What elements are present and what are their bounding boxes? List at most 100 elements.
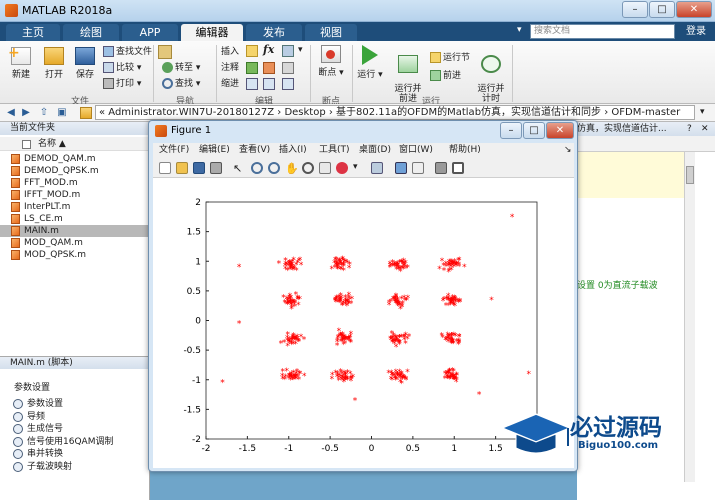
file-row[interactable]: LS_CE.m	[0, 213, 150, 225]
legend-icon[interactable]	[412, 162, 424, 174]
up-folder-icon[interactable]: ⇧	[38, 107, 50, 119]
code-section-item[interactable]: 子载波映射	[0, 461, 150, 473]
tab-home[interactable]: 主页	[6, 24, 60, 41]
show-plot-tools-icon[interactable]	[452, 162, 464, 174]
goto-button[interactable]: 转至 ▾	[162, 61, 200, 75]
tab-publish[interactable]: 发布	[246, 24, 302, 41]
advance-button[interactable]: 前进	[430, 69, 461, 83]
file-row[interactable]: DEMOD_QPSK.m	[0, 165, 150, 177]
zoom-out-icon[interactable]	[268, 162, 280, 174]
increase-indent-icon[interactable]	[263, 78, 275, 90]
pan-hand-icon[interactable]: ✋	[285, 162, 299, 175]
figure-menu-item[interactable]: 工具(T)	[319, 143, 350, 158]
close-button[interactable]: ✕	[676, 1, 712, 18]
wrap-comments-icon[interactable]	[282, 62, 294, 74]
tab-apps[interactable]: APP	[122, 24, 178, 41]
zoom-in-icon[interactable]	[251, 162, 263, 174]
scatter-point: *	[339, 337, 344, 347]
run-button[interactable]: 运行 ▾	[356, 45, 384, 80]
find-files-button[interactable]: 查找文件	[103, 45, 152, 59]
find-button[interactable]: 查找 ▾	[162, 77, 200, 91]
scroll-thumb[interactable]	[686, 166, 694, 184]
insert-section-icon[interactable]	[246, 45, 258, 57]
file-row[interactable]: MOD_QAM.m	[0, 237, 150, 249]
file-row[interactable]: MOD_QPSK.m	[0, 249, 150, 261]
save-figure-icon[interactable]	[193, 162, 205, 174]
smart-indent-icon[interactable]	[246, 78, 258, 90]
back-icon[interactable]: ◀	[5, 107, 17, 119]
code-section-item[interactable]: 信号使用16QAM调制	[0, 436, 150, 448]
maximize-button[interactable]: □	[649, 1, 675, 18]
code-section-item[interactable]: 生成信号	[0, 423, 150, 435]
compare-button[interactable]: 比较 ▾	[103, 61, 141, 75]
tab-view[interactable]: 视图	[305, 24, 357, 41]
figure-close-button[interactable]: ✕	[546, 122, 574, 139]
new-button[interactable]: + 新建	[6, 45, 36, 80]
indent-button[interactable]: 缩进	[221, 77, 239, 91]
print-figure-icon[interactable]	[210, 162, 222, 174]
code-section-item[interactable]: 串并转换	[0, 448, 150, 460]
breakpoints-button[interactable]: 断点 ▾	[314, 45, 348, 78]
brush-icon[interactable]	[336, 162, 348, 174]
figure-maximize-button[interactable]: □	[523, 122, 545, 139]
insert-dropdown-icon[interactable]: ▾	[298, 45, 303, 55]
figure-menu-item[interactable]: 帮助(H)	[449, 143, 481, 158]
tab-editor[interactable]: 编辑器	[181, 24, 243, 41]
current-folder-path[interactable]: « Administrator.WIN7U-20180127Z › Deskto…	[95, 105, 695, 120]
editor-help-icon[interactable]: ?	[687, 124, 692, 134]
rotate-3d-icon[interactable]	[302, 162, 314, 174]
code-section-item[interactable]: 导频	[0, 411, 150, 423]
scatter-point: *	[295, 259, 300, 269]
brush-dropdown-icon[interactable]: ▾	[353, 162, 365, 174]
search-input[interactable]: 搜索文档	[530, 24, 675, 39]
name-column-header[interactable]: 名称 ▲	[0, 137, 150, 151]
comment-button[interactable]: 注释	[221, 61, 239, 75]
file-name: DEMOD_QAM.m	[24, 154, 96, 164]
figure-menu-item[interactable]: 窗口(W)	[399, 143, 433, 158]
open-button[interactable]: 打开	[39, 47, 69, 80]
section-label: 生成信号	[27, 424, 64, 435]
run-section-button[interactable]: 运行节	[430, 51, 470, 65]
section-icon	[13, 411, 23, 422]
file-row[interactable]: IFFT_MOD.m	[0, 189, 150, 201]
tab-plots[interactable]: 绘图	[63, 24, 119, 41]
file-row[interactable]: InterPLT.m	[0, 201, 150, 213]
open-file-icon[interactable]	[176, 162, 188, 174]
colorbar-icon[interactable]	[395, 162, 407, 174]
link-plot-icon[interactable]	[371, 162, 383, 174]
forward-icon[interactable]: ▶	[20, 107, 32, 119]
print-button[interactable]: 打印 ▾	[103, 77, 141, 91]
file-row[interactable]: DEMOD_QAM.m	[0, 153, 150, 165]
figure-dock-icon[interactable]: ↘	[564, 145, 572, 155]
browse-folder-icon[interactable]: ▣	[56, 107, 68, 119]
uncomment-icon[interactable]	[263, 62, 275, 74]
comment-percent-icon[interactable]	[246, 62, 258, 74]
save-button[interactable]: 保存	[70, 47, 100, 80]
figure-menu-item[interactable]: 文件(F)	[159, 143, 189, 158]
minimize-button[interactable]: –	[622, 1, 648, 18]
bookmark-icon[interactable]	[158, 45, 172, 59]
fx-button[interactable]: fx	[263, 43, 274, 56]
login-button[interactable]: 登录	[680, 24, 712, 39]
figure-menu-item[interactable]: 桌面(D)	[359, 143, 391, 158]
insert-function-icon[interactable]	[282, 45, 294, 57]
insert-button[interactable]: 插入	[221, 45, 239, 59]
path-dropdown-icon[interactable]: ▾	[700, 107, 705, 117]
decrease-indent-icon[interactable]	[282, 78, 294, 90]
new-figure-icon[interactable]	[159, 162, 171, 174]
select-arrow-icon[interactable]: ↖	[233, 162, 245, 175]
x-tick-label: 1	[451, 444, 457, 454]
editor-close-icon[interactable]: ✕	[701, 124, 709, 134]
figure-menu-item[interactable]: 插入(I)	[279, 143, 307, 158]
editor-scrollbar[interactable]	[684, 152, 695, 482]
file-row[interactable]: MAIN.m	[0, 225, 150, 237]
figure-minimize-button[interactable]: –	[500, 122, 522, 139]
code-section-item[interactable]: 参数设置	[0, 398, 150, 410]
figure-menu-item[interactable]: 查看(V)	[239, 143, 270, 158]
file-row[interactable]: FFT_MOD.m	[0, 177, 150, 189]
hide-plot-tools-icon[interactable]	[435, 162, 447, 174]
scatter-point: *	[397, 341, 402, 351]
filter-icon[interactable]: ▾	[517, 25, 528, 38]
data-cursor-icon[interactable]	[319, 162, 331, 174]
figure-menu-item[interactable]: 编辑(E)	[199, 143, 230, 158]
